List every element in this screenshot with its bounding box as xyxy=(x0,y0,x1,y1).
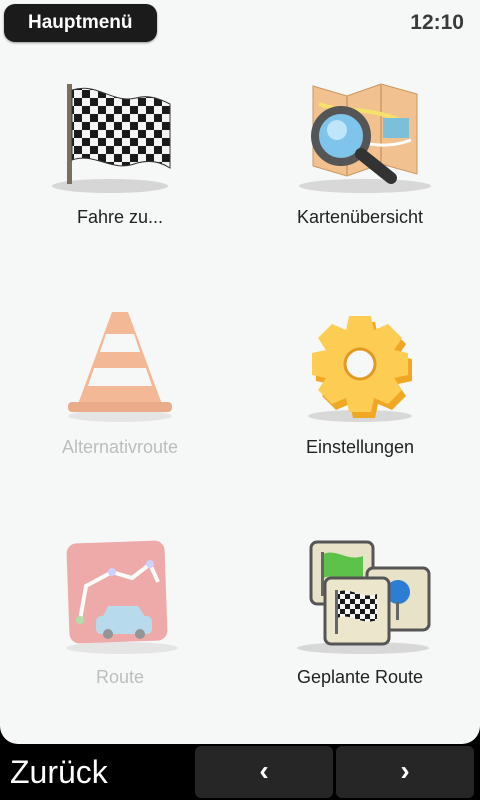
route-car-icon xyxy=(66,540,178,654)
menu-label: Einstellungen xyxy=(305,437,415,457)
planned-route-icon xyxy=(297,540,431,654)
menu-item-einstellungen[interactable]: Einstellungen xyxy=(240,290,480,520)
menu-label: Alternativroute xyxy=(61,437,179,457)
menu-item-route[interactable]: Route xyxy=(0,520,240,744)
menu-label: Route xyxy=(95,667,145,687)
screen: Hauptmenü 12:10 Fahre zu... Kartenübersi… xyxy=(0,0,480,800)
checkered-flag-icon xyxy=(52,84,171,193)
menu-item-kartenuebersicht[interactable]: Kartenübersicht xyxy=(240,60,480,290)
footer-bar: Zurück ‹ › xyxy=(0,744,480,800)
menu-label: Kartenübersicht xyxy=(296,207,424,227)
page-title: Hauptmenü xyxy=(4,4,157,42)
menu-label: Fahre zu... xyxy=(76,207,164,227)
map-magnifier-icon xyxy=(299,83,431,193)
traffic-cone-icon xyxy=(68,312,172,422)
back-button[interactable]: Zurück xyxy=(10,744,108,800)
menu-label: Geplante Route xyxy=(296,667,424,687)
gear-icon xyxy=(308,316,412,422)
next-page-button[interactable]: › xyxy=(336,746,474,798)
previous-page-button[interactable]: ‹ xyxy=(195,746,333,798)
main-panel: Hauptmenü 12:10 Fahre zu... Kartenübersi… xyxy=(0,0,480,744)
menu-item-geplante-route[interactable]: Geplante Route xyxy=(240,520,480,744)
menu-item-fahre-zu[interactable]: Fahre zu... xyxy=(0,60,240,290)
menu-item-alternativroute[interactable]: Alternativroute xyxy=(0,290,240,520)
clock: 12:10 xyxy=(410,11,464,34)
